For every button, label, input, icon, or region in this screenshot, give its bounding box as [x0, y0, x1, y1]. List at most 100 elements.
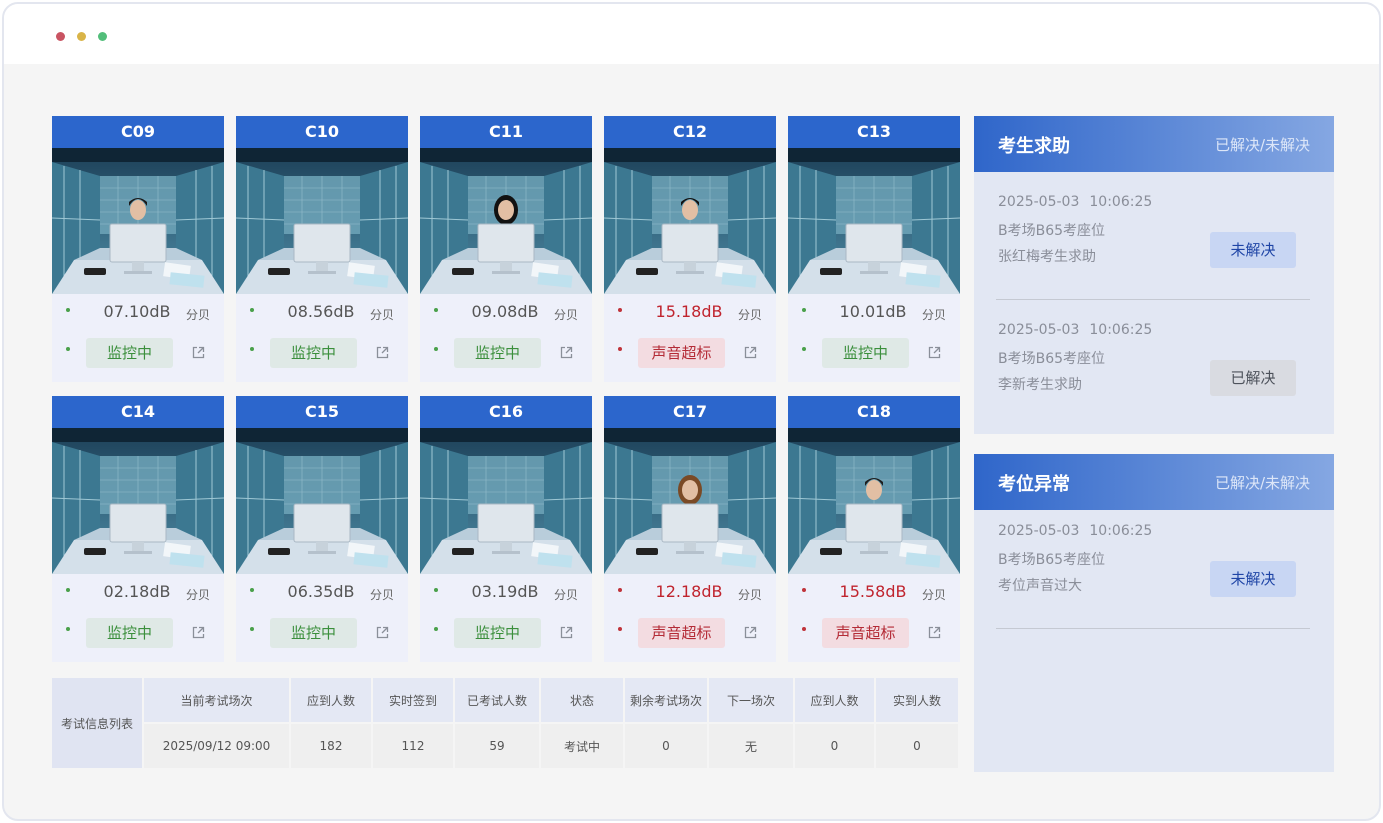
entry-location: B考场B65考座位 — [998, 351, 1106, 367]
status-row: 声音超标 — [604, 618, 776, 648]
noise-level-value: 02.18dB — [103, 582, 171, 601]
external-link-icon[interactable] — [191, 345, 206, 360]
title-bar — [4, 4, 1379, 64]
camera-card[interactable]: C16 03.19dB 分贝 监控中 — [420, 396, 592, 662]
camera-feed[interactable] — [788, 148, 960, 294]
help-panel-title: 考生求助 — [998, 136, 1070, 157]
monitor-status-button[interactable]: 监控中 — [270, 618, 357, 648]
noise-level-value: 10.01dB — [839, 302, 907, 321]
camera-card[interactable]: C14 02.18dB 分贝 监控中 — [52, 396, 224, 662]
external-link-icon[interactable] — [927, 345, 942, 360]
external-link-icon[interactable] — [743, 345, 758, 360]
monitor-status-button[interactable]: 监控中 — [822, 338, 909, 368]
bullet-icon — [66, 588, 70, 592]
camera-card[interactable]: C09 07.10dB 分贝 监控中 — [52, 116, 224, 382]
monitor-status-button[interactable]: 监控中 — [454, 338, 541, 368]
value-next-session: 无 — [707, 722, 795, 770]
header-next-session: 下一场次 — [707, 676, 795, 724]
bullet-icon — [66, 347, 70, 351]
camera-feed[interactable] — [236, 428, 408, 574]
camera-card[interactable]: C12 15.18dB 分贝 声音超标 — [604, 116, 776, 382]
bullet-icon — [434, 347, 438, 351]
monitor-status-button[interactable]: 监控中 — [86, 618, 173, 648]
maximize-window-button[interactable] — [98, 32, 107, 41]
noise-level-value: 15.58dB — [839, 582, 907, 601]
camera-card[interactable]: C11 09.08dB 分贝 监控中 — [420, 116, 592, 382]
camera-feed[interactable] — [52, 148, 224, 294]
external-link-icon[interactable] — [927, 625, 942, 640]
header-next-actual-count: 实到人数 — [874, 676, 960, 724]
external-link-icon[interactable] — [743, 625, 758, 640]
camera-feed-image — [604, 148, 776, 294]
bullet-icon — [250, 627, 254, 631]
external-link-icon[interactable] — [191, 625, 206, 640]
noise-level-row: 08.56dB 分贝 — [236, 299, 408, 329]
value-remaining-sessions: 0 — [623, 722, 709, 770]
status-row: 监控中 — [236, 338, 408, 368]
external-link-icon[interactable] — [559, 345, 574, 360]
entry-location: B考场B65考座位 — [998, 223, 1106, 239]
noise-unit-label: 分贝 — [553, 308, 578, 322]
noise-unit-label: 分贝 — [921, 588, 946, 602]
monitor-status-button[interactable]: 声音超标 — [638, 338, 725, 368]
camera-id-label: C13 — [788, 116, 960, 148]
camera-feed-image — [236, 148, 408, 294]
camera-feed-image — [604, 428, 776, 574]
noise-unit-label: 分贝 — [737, 588, 762, 602]
unresolved-button[interactable]: 未解决 — [1210, 232, 1296, 268]
bullet-icon — [434, 588, 438, 592]
entry-date: 2025-05-03 — [998, 194, 1080, 210]
close-window-button[interactable] — [56, 32, 65, 41]
help-panel-filter[interactable]: 已解决/未解决 — [1215, 134, 1310, 155]
status-row: 声音超标 — [788, 618, 960, 648]
entry-location: B考场B65考座位 — [998, 552, 1106, 568]
noise-level-value: 07.10dB — [103, 302, 171, 321]
camera-id-label: C18 — [788, 396, 960, 428]
camera-card[interactable]: C15 06.35dB 分贝 监控中 — [236, 396, 408, 662]
camera-feed[interactable] — [420, 428, 592, 574]
noise-level-row: 03.19dB 分贝 — [420, 579, 592, 609]
noise-level-value: 09.08dB — [471, 302, 539, 321]
camera-feed-image — [52, 148, 224, 294]
camera-id-label: C14 — [52, 396, 224, 428]
exam-info-table: 考试信息列表 当前考试场次 应到人数 实时签到 已考试人数 状态 剩余考试场次 … — [50, 676, 960, 770]
camera-card[interactable]: C18 15.58dB 分贝 声音超标 — [788, 396, 960, 662]
help-entry: 2025-05-03 10:06:25 B考场B65考座位 李新考生求助 已解决 — [996, 300, 1310, 428]
status-row: 监控中 — [420, 618, 592, 648]
minimize-window-button[interactable] — [77, 32, 86, 41]
entry-date: 2025-05-03 — [998, 523, 1080, 539]
header-realtime-checkin: 实时签到 — [371, 676, 455, 724]
external-link-icon[interactable] — [375, 625, 390, 640]
camera-feed[interactable] — [420, 148, 592, 294]
noise-level-row: 07.10dB 分贝 — [52, 299, 224, 329]
camera-feed[interactable] — [788, 428, 960, 574]
monitor-status-button[interactable]: 声音超标 — [822, 618, 909, 648]
external-link-icon[interactable] — [375, 345, 390, 360]
external-link-icon[interactable] — [559, 625, 574, 640]
monitor-status-button[interactable]: 声音超标 — [638, 618, 725, 648]
monitor-status-button[interactable]: 监控中 — [270, 338, 357, 368]
help-entry: 2025-05-03 10:06:25 B考场B65考座位 张红梅考生求助 未解决 — [996, 172, 1310, 300]
camera-card[interactable]: C17 12.18dB 分贝 声音超标 — [604, 396, 776, 662]
camera-feed-image — [788, 148, 960, 294]
resolved-button[interactable]: 已解决 — [1210, 360, 1296, 396]
camera-feed[interactable] — [604, 148, 776, 294]
camera-feed[interactable] — [604, 428, 776, 574]
help-request-panel: 考生求助 已解决/未解决 2025-05-03 10:06:25 B考场B65考座… — [974, 116, 1334, 434]
bullet-icon — [618, 347, 622, 351]
monitor-status-button[interactable]: 监控中 — [86, 338, 173, 368]
entry-description: 李新考生求助 — [998, 377, 1082, 393]
camera-card[interactable]: C13 10.01dB 分贝 监控中 — [788, 116, 960, 382]
noise-level-row: 02.18dB 分贝 — [52, 579, 224, 609]
monitor-status-button[interactable]: 监控中 — [454, 618, 541, 648]
unresolved-button[interactable]: 未解决 — [1210, 561, 1296, 597]
noise-unit-label: 分贝 — [553, 588, 578, 602]
seat-entry: 2025-05-03 10:06:25 B考场B65考座位 考位声音过大 未解决 — [996, 501, 1310, 629]
camera-feed[interactable] — [236, 148, 408, 294]
camera-feed[interactable] — [52, 428, 224, 574]
camera-id-label: C09 — [52, 116, 224, 148]
camera-card[interactable]: C10 08.56dB 分贝 监控中 — [236, 116, 408, 382]
noise-unit-label: 分贝 — [185, 588, 210, 602]
noise-unit-label: 分贝 — [921, 308, 946, 322]
seat-panel-filter[interactable]: 已解决/未解决 — [1215, 472, 1310, 493]
